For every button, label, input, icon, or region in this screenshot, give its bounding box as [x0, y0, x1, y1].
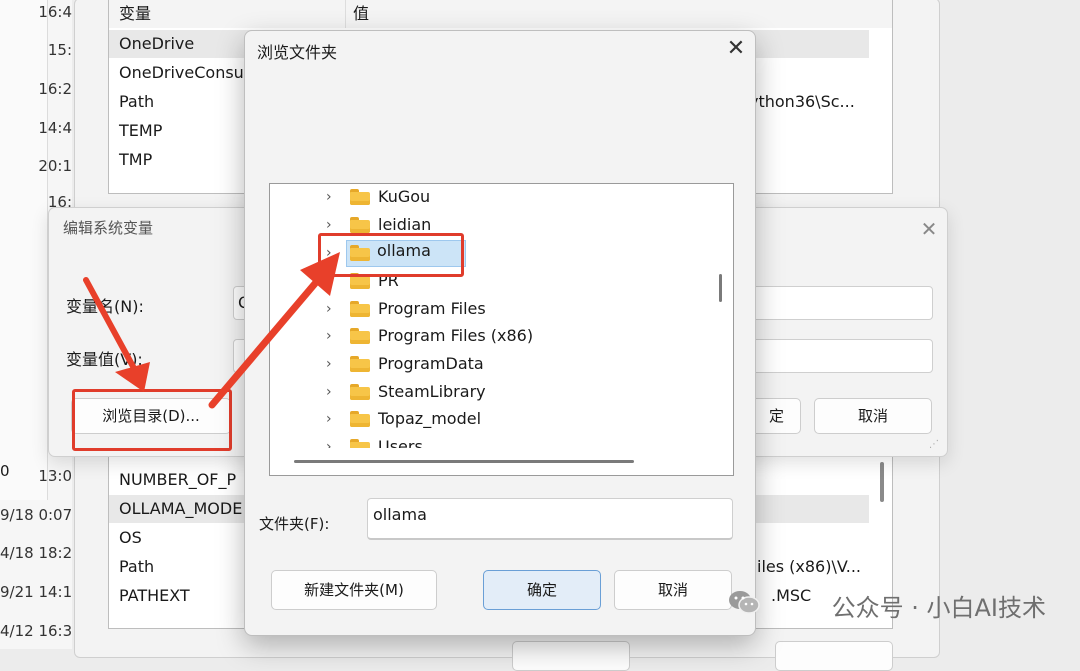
arrow-up-right-icon	[208, 252, 340, 409]
wechat-icon	[729, 591, 760, 614]
annotation-arrows	[83, 252, 340, 409]
arrow-down-icon	[83, 277, 150, 392]
watermark-text: 公众号 · 小白AI技术	[831, 594, 1046, 622]
